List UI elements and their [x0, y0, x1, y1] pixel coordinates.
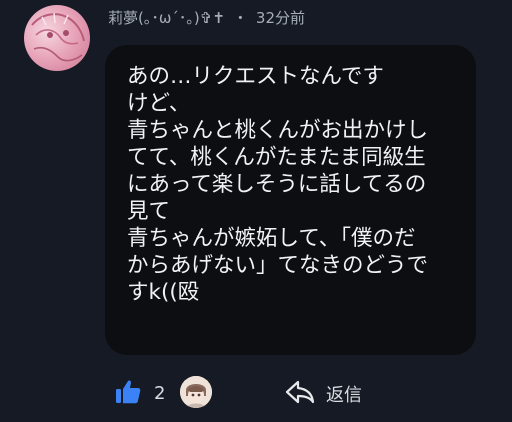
creator-heart-avatar [180, 376, 212, 408]
comment-header: 莉夢(｡･ω´･｡)✞✝ ・ 32分前 [108, 7, 305, 28]
header-separator: ・ [232, 9, 248, 27]
comment-text-line: けど、 [127, 91, 191, 116]
comment-text-line: てて、桃くんがたまたま同級生 [127, 145, 426, 170]
comment-text-line: からあげない」てなきのどうで [127, 253, 429, 278]
like-count: 2 [154, 383, 166, 404]
comment-text-line: 青ちゃんが嫉妬して、「僕のだ [127, 226, 416, 251]
comment-actions: 2 返信 [0, 372, 512, 412]
reply-button[interactable]: 返信 [326, 381, 362, 407]
comment-text-line: すk((殴 [127, 280, 200, 305]
comment-text-line: にあって楽しそうに話してるの [127, 172, 427, 197]
comment-bubble: あの…リクエストなんです けど、 青ちゃんと桃くんがお出かけし てて、桃くんがた… [105, 45, 476, 355]
comment-text-line: 青ちゃんと桃くんがお出かけし [127, 118, 429, 143]
reply-arrow-icon[interactable] [285, 380, 315, 408]
thumbs-up-icon[interactable] [114, 378, 142, 410]
avatar-illustration [31, 12, 85, 62]
username[interactable]: 莉夢(｡･ω´･｡)✞✝ [108, 9, 225, 27]
user-avatar[interactable] [24, 5, 90, 71]
timestamp: 32分前 [255, 9, 306, 27]
comment-text-line: あの…リクエストなんです [127, 64, 384, 89]
comment-text-line: 見て [127, 199, 171, 224]
